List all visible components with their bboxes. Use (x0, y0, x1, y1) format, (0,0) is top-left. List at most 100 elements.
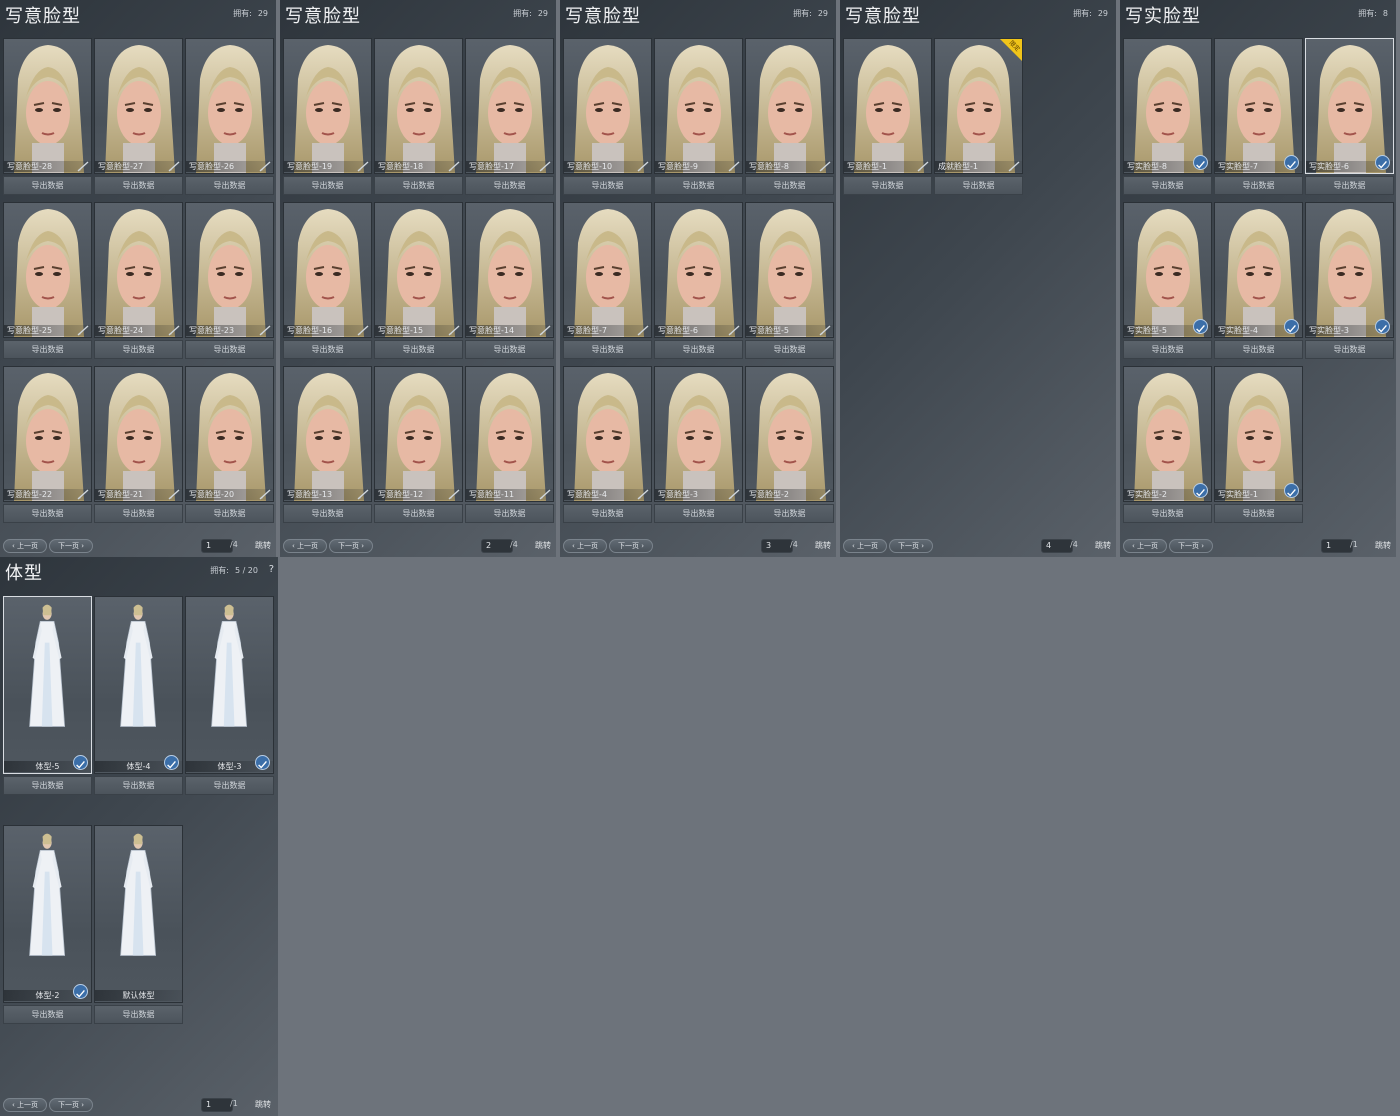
export-data-button[interactable]: 导出数据 (654, 176, 743, 195)
export-data-button[interactable]: 导出数据 (94, 776, 183, 795)
go-button[interactable]: 跳转 (255, 540, 271, 551)
edit-pencil-icon[interactable] (917, 161, 929, 172)
next-page-button[interactable]: 下一页 › (609, 539, 653, 553)
prev-page-button[interactable]: ‹ 上一页 (563, 539, 607, 553)
go-button[interactable]: 跳转 (255, 1099, 271, 1110)
face-card[interactable]: 写实脸型-2 (1123, 366, 1212, 502)
export-data-button[interactable]: 导出数据 (465, 504, 554, 523)
face-card[interactable]: 写意脸型-11 (465, 366, 554, 502)
export-data-button[interactable]: 导出数据 (94, 340, 183, 359)
export-data-button[interactable]: 导出数据 (374, 504, 463, 523)
edit-pencil-icon[interactable] (819, 161, 831, 172)
face-card[interactable]: 写意脸型-14 (465, 202, 554, 338)
edit-pencil-icon[interactable] (448, 161, 460, 172)
face-card[interactable]: 写意脸型-8 (745, 38, 834, 174)
go-button[interactable]: 跳转 (1375, 540, 1391, 551)
edit-pencil-icon[interactable] (259, 325, 271, 336)
face-card[interactable]: 写意脸型-28 (3, 38, 92, 174)
face-card[interactable]: 写意脸型-27 (94, 38, 183, 174)
edit-pencil-icon[interactable] (637, 161, 649, 172)
edit-pencil-icon[interactable] (77, 161, 89, 172)
export-data-button[interactable]: 导出数据 (745, 340, 834, 359)
face-card[interactable]: 写实脸型-1 (1214, 366, 1303, 502)
edit-pencil-icon[interactable] (728, 325, 740, 336)
export-data-button[interactable]: 导出数据 (745, 504, 834, 523)
export-data-button[interactable]: 导出数据 (563, 340, 652, 359)
prev-page-button[interactable]: ‹ 上一页 (843, 539, 887, 553)
export-data-button[interactable]: 导出数据 (3, 504, 92, 523)
face-card[interactable]: 写实脸型-6 (1305, 38, 1394, 174)
face-card[interactable]: 写意脸型-13 (283, 366, 372, 502)
export-data-button[interactable]: 导出数据 (3, 776, 92, 795)
go-button[interactable]: 跳转 (535, 540, 551, 551)
edit-pencil-icon[interactable] (539, 489, 551, 500)
face-card[interactable]: 写意脸型-1 (843, 38, 932, 174)
next-page-button[interactable]: 下一页 › (1169, 539, 1213, 553)
export-data-button[interactable]: 导出数据 (1214, 176, 1303, 195)
export-data-button[interactable]: 导出数据 (374, 340, 463, 359)
edit-pencil-icon[interactable] (539, 325, 551, 336)
face-card[interactable]: 写意脸型-25 (3, 202, 92, 338)
face-card[interactable]: 写实脸型-5 (1123, 202, 1212, 338)
export-data-button[interactable]: 导出数据 (563, 176, 652, 195)
prev-page-button[interactable]: ‹ 上一页 (3, 1098, 47, 1112)
edit-pencil-icon[interactable] (637, 325, 649, 336)
face-card[interactable]: 写意脸型-16 (283, 202, 372, 338)
body-card[interactable]: 体型-3 (185, 596, 274, 774)
face-card[interactable]: 写意脸型-7 (563, 202, 652, 338)
body-card[interactable]: 体型-2 (3, 825, 92, 1003)
page-input[interactable]: 1 (201, 539, 233, 553)
edit-pencil-icon[interactable] (1008, 161, 1020, 172)
export-data-button[interactable]: 导出数据 (283, 504, 372, 523)
face-card[interactable]: 写意脸型-5 (745, 202, 834, 338)
face-card[interactable]: 限定 成就脸型-1 (934, 38, 1023, 174)
page-input[interactable]: 2 (481, 539, 513, 553)
export-data-button[interactable]: 导出数据 (3, 176, 92, 195)
face-card[interactable]: 写意脸型-21 (94, 366, 183, 502)
export-data-button[interactable]: 导出数据 (465, 176, 554, 195)
export-data-button[interactable]: 导出数据 (185, 176, 274, 195)
go-button[interactable]: 跳转 (815, 540, 831, 551)
edit-pencil-icon[interactable] (77, 325, 89, 336)
face-card[interactable]: 写实脸型-4 (1214, 202, 1303, 338)
export-data-button[interactable]: 导出数据 (94, 176, 183, 195)
edit-pencil-icon[interactable] (168, 489, 180, 500)
face-card[interactable]: 写意脸型-18 (374, 38, 463, 174)
next-page-button[interactable]: 下一页 › (49, 539, 93, 553)
export-data-button[interactable]: 导出数据 (563, 504, 652, 523)
export-data-button[interactable]: 导出数据 (654, 504, 743, 523)
next-page-button[interactable]: 下一页 › (49, 1098, 93, 1112)
page-input[interactable]: 3 (761, 539, 793, 553)
export-data-button[interactable]: 导出数据 (94, 1005, 183, 1024)
page-input[interactable]: 1 (201, 1098, 233, 1112)
face-card[interactable]: 写意脸型-20 (185, 366, 274, 502)
export-data-button[interactable]: 导出数据 (185, 340, 274, 359)
export-data-button[interactable]: 导出数据 (3, 340, 92, 359)
export-data-button[interactable]: 导出数据 (934, 176, 1023, 195)
edit-pencil-icon[interactable] (168, 161, 180, 172)
body-card[interactable]: 默认体型 (94, 825, 183, 1003)
export-data-button[interactable]: 导出数据 (1214, 340, 1303, 359)
export-data-button[interactable]: 导出数据 (745, 176, 834, 195)
edit-pencil-icon[interactable] (819, 325, 831, 336)
help-icon[interactable]: ? (269, 564, 274, 575)
face-card[interactable]: 写实脸型-7 (1214, 38, 1303, 174)
face-card[interactable]: 写意脸型-12 (374, 366, 463, 502)
face-card[interactable]: 写意脸型-4 (563, 366, 652, 502)
export-data-button[interactable]: 导出数据 (1123, 176, 1212, 195)
edit-pencil-icon[interactable] (357, 489, 369, 500)
export-data-button[interactable]: 导出数据 (185, 776, 274, 795)
prev-page-button[interactable]: ‹ 上一页 (3, 539, 47, 553)
face-card[interactable]: 写意脸型-3 (654, 366, 743, 502)
face-card[interactable]: 写意脸型-23 (185, 202, 274, 338)
export-data-button[interactable]: 导出数据 (94, 504, 183, 523)
edit-pencil-icon[interactable] (259, 161, 271, 172)
face-card[interactable]: 写意脸型-19 (283, 38, 372, 174)
face-card[interactable]: 写实脸型-8 (1123, 38, 1212, 174)
export-data-button[interactable]: 导出数据 (1123, 340, 1212, 359)
edit-pencil-icon[interactable] (448, 489, 460, 500)
face-card[interactable]: 写意脸型-17 (465, 38, 554, 174)
export-data-button[interactable]: 导出数据 (1305, 340, 1394, 359)
export-data-button[interactable]: 导出数据 (3, 1005, 92, 1024)
edit-pencil-icon[interactable] (448, 325, 460, 336)
